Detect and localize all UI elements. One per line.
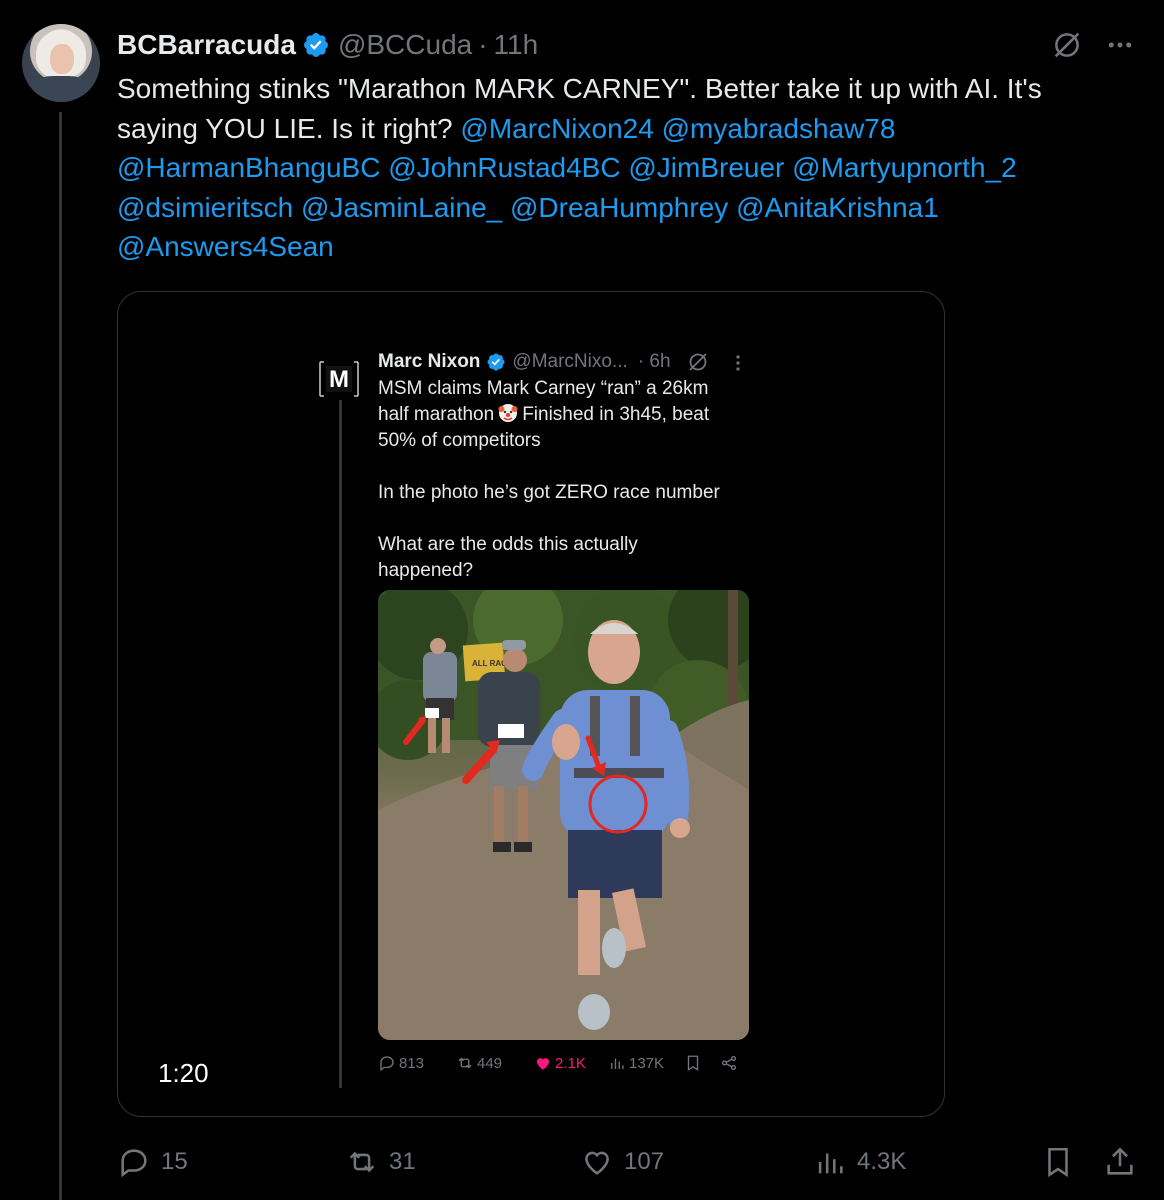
- mention-link[interactable]: @AnitaKrishna1: [736, 192, 939, 223]
- repost-button[interactable]: 31: [345, 1142, 416, 1182]
- tweet-time[interactable]: 11h: [494, 29, 539, 61]
- inner-share: [720, 1054, 738, 1072]
- inner-bookmark-icon: [687, 1055, 699, 1072]
- inner-tweet-header: Marc Nixon @MarcNixo... · 6h: [378, 350, 671, 374]
- tweet-header: BCBarracuda @BCCuda · 11h: [117, 26, 538, 64]
- separator-dot: ·: [478, 29, 488, 60]
- mention-link[interactable]: @myabradshaw78: [662, 113, 896, 144]
- mention-link[interactable]: @JohnRustad4BC: [388, 152, 620, 183]
- share-button[interactable]: [1103, 1142, 1137, 1182]
- heart-icon: [585, 1151, 609, 1175]
- inner-more-icon: [736, 355, 740, 371]
- inner-text-para2: In the photo he’s got ZERO race number: [378, 482, 720, 503]
- inner-view-count: 137K: [608, 1054, 664, 1072]
- video-duration: 1:20: [158, 1058, 209, 1088]
- inner-text-line3: 50% of competitors: [378, 430, 541, 451]
- mention-link[interactable]: @JasminLaine_: [301, 192, 502, 223]
- mention-link[interactable]: @dsimieritsch: [117, 192, 293, 223]
- views-button[interactable]: 4.3K: [813, 1142, 906, 1182]
- repost-icon: [349, 1151, 375, 1173]
- inner-tweet-time: · 6h: [637, 351, 671, 372]
- inner-reply-icon: [380, 1056, 394, 1072]
- like-count: 107: [624, 1148, 665, 1175]
- bookmark-icon: [1048, 1147, 1068, 1178]
- inner-likes-value: 2.1K: [555, 1054, 586, 1072]
- inner-text-line2a: half marathon: [378, 404, 495, 425]
- inner-like-count: 2.1K: [534, 1054, 586, 1072]
- author-handle[interactable]: @BCCuda: [338, 29, 472, 61]
- mention-link[interactable]: @DreaHumphrey: [510, 192, 728, 223]
- mention-link[interactable]: @MarcNixon24: [460, 113, 653, 144]
- inner-reposts-value: 449: [477, 1054, 503, 1072]
- runner-photo: ALL RACES: [378, 590, 749, 1040]
- inner-author-name: Marc Nixon: [378, 351, 481, 372]
- views-count: 4.3K: [857, 1148, 907, 1175]
- like-button[interactable]: 107: [580, 1142, 664, 1182]
- inner-views-icon: [611, 1058, 624, 1069]
- mention-link[interactable]: @JimBreuer: [628, 152, 784, 183]
- inner-heart-filled-icon: [537, 1058, 549, 1070]
- inner-grok-icon: [689, 353, 707, 371]
- action-bar: 15 31 107 4.3K: [117, 1142, 1147, 1182]
- thread-line: [59, 112, 62, 1200]
- inner-reply-count: 813: [378, 1054, 424, 1072]
- video-media[interactable]: M Marc Nixon @MarcNixo... · 6h MSM claim…: [117, 291, 945, 1117]
- views-icon: [818, 1153, 843, 1174]
- clown-emoji-icon: [498, 404, 518, 422]
- inner-text-line2b: Finished in 3h45, beat: [522, 404, 710, 425]
- logo-letter: M: [329, 366, 349, 393]
- reply-icon: [121, 1149, 147, 1178]
- inner-tweet-text: MSM claims Mark Carney “ran” a 26km half…: [378, 376, 758, 584]
- verified-badge-icon: [303, 33, 328, 57]
- tweet-text: Something stinks "Marathon MARK CARNEY".…: [117, 69, 1127, 267]
- author-name[interactable]: BCBarracuda: [117, 29, 296, 61]
- inner-thread-line: [339, 400, 342, 1088]
- mention-link[interactable]: @Martyupnorth_2: [792, 152, 1017, 183]
- inner-repost-icon: [458, 1057, 472, 1069]
- inner-share-icon: [721, 1055, 737, 1071]
- share-icon: [1107, 1147, 1133, 1175]
- inner-replies-value: 813: [399, 1054, 425, 1072]
- mention-link[interactable]: @HarmanBhanguBC: [117, 152, 380, 183]
- runner-photo-illustration: ALL RACES: [378, 590, 749, 1040]
- repost-count: 31: [389, 1148, 416, 1175]
- reply-count: 15: [161, 1148, 188, 1175]
- bookmark-button[interactable]: [1041, 1142, 1075, 1182]
- inner-bookmark: [684, 1054, 702, 1072]
- more-options-icon[interactable]: [1103, 30, 1137, 60]
- inner-author-handle: @MarcNixo...: [512, 351, 628, 372]
- marc-nixon-logo-icon: M: [319, 361, 359, 397]
- inner-verified-badge-icon: [487, 353, 505, 371]
- inner-repost-count: 449: [456, 1054, 502, 1072]
- reply-button[interactable]: 15: [117, 1142, 188, 1182]
- inner-text-para3: What are the odds this actually happened…: [378, 534, 638, 581]
- avatar[interactable]: [22, 24, 100, 102]
- inner-text-line1: MSM claims Mark Carney “ran” a 26km: [378, 378, 709, 399]
- grok-icon[interactable]: [1050, 28, 1084, 62]
- inner-views-value: 137K: [629, 1054, 665, 1072]
- mention-link[interactable]: @Answers4Sean: [117, 231, 334, 262]
